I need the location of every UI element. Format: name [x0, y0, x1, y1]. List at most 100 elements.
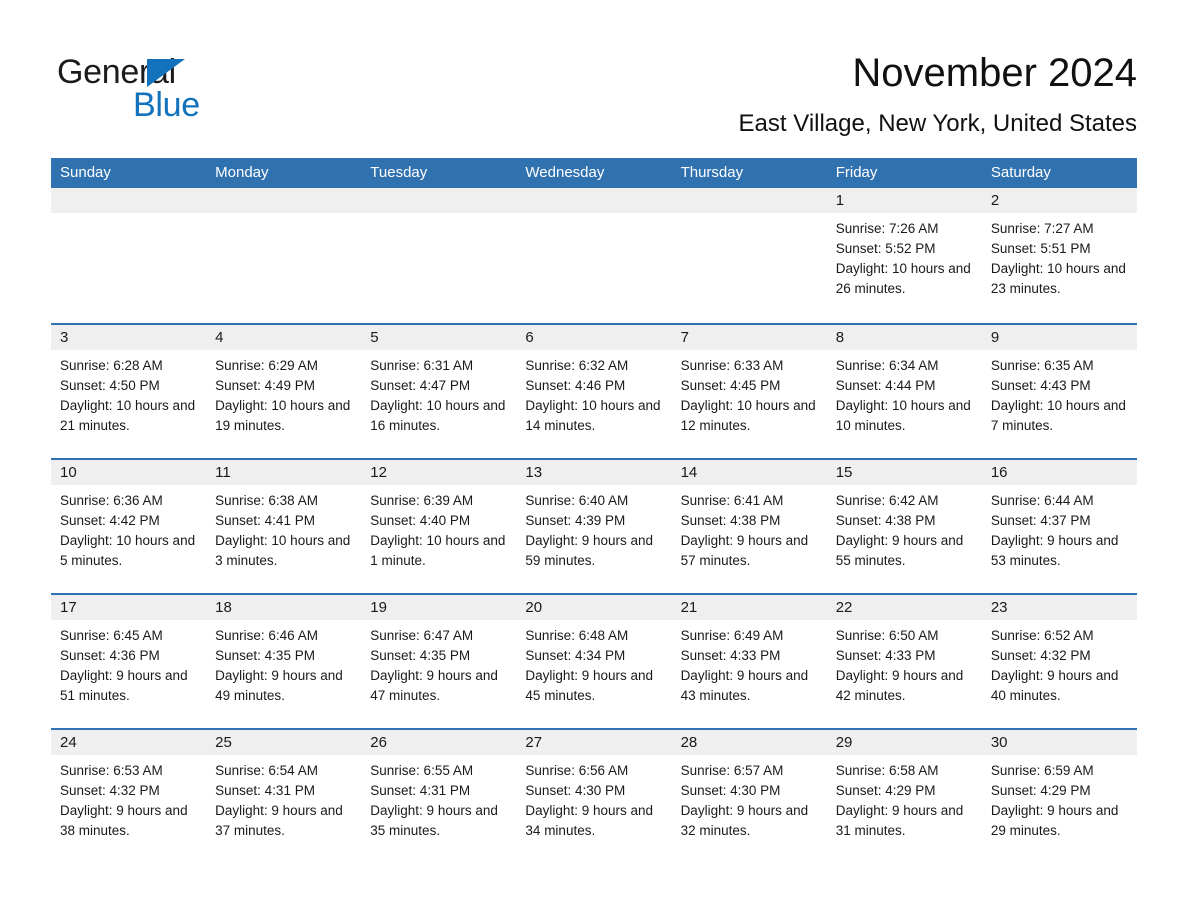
day-cell[interactable]: 2 Sunrise: 7:27 AM Sunset: 5:51 PM Dayli…: [981, 188, 1137, 323]
sunset-text: Sunset: 4:29 PM: [990, 783, 1091, 798]
sunset-text: Sunset: 4:44 PM: [835, 378, 936, 393]
sunset-text: Sunset: 4:38 PM: [680, 513, 781, 528]
sunrise-text: Sunrise: 6:40 AM: [525, 493, 629, 508]
calendar-grid: Sunday Monday Tuesday Wednesday Thursday…: [51, 158, 1137, 863]
day-number: [361, 188, 517, 213]
day-cell[interactable]: 23 Sunrise: 6:52 AM Sunset: 4:32 PM Dayl…: [981, 595, 1137, 728]
day-number: 10: [51, 460, 207, 485]
day-cell[interactable]: 19 Sunrise: 6:47 AM Sunset: 4:35 PM Dayl…: [361, 595, 517, 728]
day-details: Sunrise: 6:36 AM Sunset: 4:42 PM Dayligh…: [51, 485, 206, 571]
day-cell[interactable]: 8 Sunrise: 6:34 AM Sunset: 4:44 PM Dayli…: [826, 325, 982, 458]
day-cell[interactable]: 28 Sunrise: 6:57 AM Sunset: 4:30 PM Dayl…: [671, 730, 827, 863]
week-row: 3 Sunrise: 6:28 AM Sunset: 4:50 PM Dayli…: [51, 323, 1137, 458]
day-details: Sunrise: 7:26 AM Sunset: 5:52 PM Dayligh…: [827, 213, 982, 299]
day-cell[interactable]: 12 Sunrise: 6:39 AM Sunset: 4:40 PM Dayl…: [361, 460, 517, 593]
day-number: 25: [206, 730, 362, 755]
day-cell[interactable]: 17 Sunrise: 6:45 AM Sunset: 4:36 PM Dayl…: [51, 595, 207, 728]
sunrise-text: Sunrise: 7:27 AM: [990, 221, 1094, 236]
day-cell[interactable]: 30 Sunrise: 6:59 AM Sunset: 4:29 PM Dayl…: [981, 730, 1137, 863]
sunrise-text: Sunrise: 6:44 AM: [990, 493, 1094, 508]
week-row: 17 Sunrise: 6:45 AM Sunset: 4:36 PM Dayl…: [51, 593, 1137, 728]
daylight-text: Daylight: 9 hours and 47 minutes.: [370, 668, 498, 703]
day-details: Sunrise: 6:59 AM Sunset: 4:29 PM Dayligh…: [982, 755, 1137, 841]
sunset-text: Sunset: 4:38 PM: [835, 513, 936, 528]
sunrise-text: Sunrise: 6:33 AM: [680, 358, 784, 373]
day-cell[interactable]: 29 Sunrise: 6:58 AM Sunset: 4:29 PM Dayl…: [826, 730, 982, 863]
day-details: Sunrise: 6:34 AM Sunset: 4:44 PM Dayligh…: [827, 350, 982, 436]
daylight-text: Daylight: 10 hours and 26 minutes.: [835, 261, 971, 296]
day-details: Sunrise: 6:58 AM Sunset: 4:29 PM Dayligh…: [827, 755, 982, 841]
sunrise-text: Sunrise: 6:38 AM: [215, 493, 318, 508]
day-details: Sunrise: 6:45 AM Sunset: 4:36 PM Dayligh…: [51, 620, 206, 706]
day-details: Sunrise: 6:44 AM Sunset: 4:37 PM Dayligh…: [982, 485, 1137, 571]
day-cell[interactable]: 3 Sunrise: 6:28 AM Sunset: 4:50 PM Dayli…: [51, 325, 207, 458]
sunset-text: Sunset: 4:47 PM: [370, 378, 471, 393]
day-cell[interactable]: 5 Sunrise: 6:31 AM Sunset: 4:47 PM Dayli…: [361, 325, 517, 458]
weekday-header-tuesday: Tuesday: [370, 164, 428, 181]
day-cell[interactable]: 20 Sunrise: 6:48 AM Sunset: 4:34 PM Dayl…: [516, 595, 672, 728]
day-cell[interactable]: 25 Sunrise: 6:54 AM Sunset: 4:31 PM Dayl…: [206, 730, 362, 863]
day-cell[interactable]: [206, 188, 362, 323]
calendar-page: General Blue November 2024 East Village,…: [0, 0, 1188, 918]
day-details: Sunrise: 6:55 AM Sunset: 4:31 PM Dayligh…: [361, 755, 516, 841]
day-number: 22: [826, 595, 982, 620]
day-cell[interactable]: 21 Sunrise: 6:49 AM Sunset: 4:33 PM Dayl…: [671, 595, 827, 728]
sunrise-text: Sunrise: 6:35 AM: [990, 358, 1094, 373]
day-cell[interactable]: [361, 188, 517, 323]
day-cell[interactable]: [671, 188, 827, 323]
day-number: 17: [51, 595, 207, 620]
day-number: 2: [981, 188, 1137, 213]
day-cell[interactable]: 15 Sunrise: 6:42 AM Sunset: 4:38 PM Dayl…: [826, 460, 982, 593]
day-cell[interactable]: 18 Sunrise: 6:46 AM Sunset: 4:35 PM Dayl…: [206, 595, 362, 728]
sunrise-text: Sunrise: 6:50 AM: [835, 628, 939, 643]
daylight-text: Daylight: 9 hours and 31 minutes.: [835, 803, 964, 838]
weekday-header-monday: Monday: [215, 164, 269, 181]
day-cell[interactable]: 9 Sunrise: 6:35 AM Sunset: 4:43 PM Dayli…: [981, 325, 1137, 458]
day-cell[interactable]: 16 Sunrise: 6:44 AM Sunset: 4:37 PM Dayl…: [981, 460, 1137, 593]
daylight-text: Daylight: 10 hours and 12 minutes.: [680, 398, 816, 433]
sunrise-text: Sunrise: 6:55 AM: [370, 763, 474, 778]
sunrise-text: Sunrise: 6:45 AM: [60, 628, 163, 643]
day-cell[interactable]: 11 Sunrise: 6:38 AM Sunset: 4:41 PM Dayl…: [206, 460, 362, 593]
day-cell[interactable]: 1 Sunrise: 7:26 AM Sunset: 5:52 PM Dayli…: [826, 188, 982, 323]
sunset-text: Sunset: 4:35 PM: [370, 648, 471, 663]
sunrise-text: Sunrise: 6:54 AM: [215, 763, 318, 778]
sunset-text: Sunset: 4:39 PM: [525, 513, 626, 528]
day-number: 3: [51, 325, 207, 350]
sunset-text: Sunset: 4:36 PM: [60, 648, 160, 663]
weekday-header-thursday: Thursday: [680, 164, 744, 181]
page-header: General Blue November 2024 East Village,…: [0, 0, 1188, 158]
daylight-text: Daylight: 9 hours and 34 minutes.: [525, 803, 653, 838]
day-cell[interactable]: 4 Sunrise: 6:29 AM Sunset: 4:49 PM Dayli…: [206, 325, 362, 458]
day-number: 7: [671, 325, 827, 350]
day-cell[interactable]: [516, 188, 672, 323]
day-cell[interactable]: 14 Sunrise: 6:41 AM Sunset: 4:38 PM Dayl…: [671, 460, 827, 593]
day-number: [51, 188, 207, 213]
day-details: Sunrise: 6:53 AM Sunset: 4:32 PM Dayligh…: [51, 755, 206, 841]
daylight-text: Daylight: 9 hours and 45 minutes.: [525, 668, 653, 703]
day-details: Sunrise: 6:49 AM Sunset: 4:33 PM Dayligh…: [672, 620, 827, 706]
logo-triangle-icon: [147, 59, 185, 87]
sunrise-text: Sunrise: 6:29 AM: [215, 358, 318, 373]
day-cell[interactable]: 24 Sunrise: 6:53 AM Sunset: 4:32 PM Dayl…: [51, 730, 207, 863]
sunrise-text: Sunrise: 6:49 AM: [680, 628, 784, 643]
day-cell[interactable]: 26 Sunrise: 6:55 AM Sunset: 4:31 PM Dayl…: [361, 730, 517, 863]
sunrise-text: Sunrise: 6:47 AM: [370, 628, 474, 643]
sunrise-text: Sunrise: 6:34 AM: [835, 358, 939, 373]
day-cell[interactable]: 10 Sunrise: 6:36 AM Sunset: 4:42 PM Dayl…: [51, 460, 207, 593]
day-cell[interactable]: 7 Sunrise: 6:33 AM Sunset: 4:45 PM Dayli…: [671, 325, 827, 458]
day-cell[interactable]: 27 Sunrise: 6:56 AM Sunset: 4:30 PM Dayl…: [516, 730, 672, 863]
day-cell[interactable]: 13 Sunrise: 6:40 AM Sunset: 4:39 PM Dayl…: [516, 460, 672, 593]
day-number: 23: [981, 595, 1137, 620]
sunset-text: Sunset: 4:30 PM: [525, 783, 626, 798]
day-details: Sunrise: 6:54 AM Sunset: 4:31 PM Dayligh…: [206, 755, 361, 841]
day-cell[interactable]: 6 Sunrise: 6:32 AM Sunset: 4:46 PM Dayli…: [516, 325, 672, 458]
day-cell[interactable]: 22 Sunrise: 6:50 AM Sunset: 4:33 PM Dayl…: [826, 595, 982, 728]
day-number: [516, 188, 672, 213]
daylight-text: Daylight: 9 hours and 53 minutes.: [990, 533, 1119, 568]
daylight-text: Daylight: 9 hours and 38 minutes.: [60, 803, 188, 838]
day-cell[interactable]: [51, 188, 207, 323]
weekday-header-saturday: Saturday: [990, 164, 1051, 181]
daylight-text: Daylight: 9 hours and 35 minutes.: [370, 803, 498, 838]
sunset-text: Sunset: 4:42 PM: [60, 513, 160, 528]
